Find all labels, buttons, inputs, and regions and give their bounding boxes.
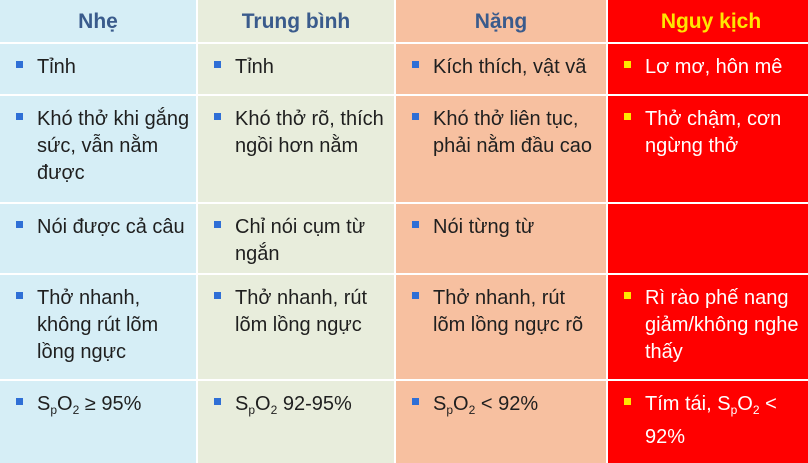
bullet-icon: [16, 292, 23, 299]
spo2-prefix: Tím tái,: [645, 393, 718, 415]
bullet-icon: [412, 61, 419, 68]
spo2-s: S: [717, 393, 731, 415]
cell-text: Khó thở liên tục, phải nằm đầu cao: [433, 108, 593, 157]
header-nang: Nặng: [396, 0, 606, 42]
bullet-icon: [16, 61, 23, 68]
spo2-s: S: [433, 393, 447, 415]
spo2-value: < 92%: [475, 393, 539, 415]
table-cell-spo2: SpO2 92-95%: [198, 381, 394, 463]
cell-text: Thở nhanh, không rút lõm lồng ngực: [37, 287, 159, 363]
bullet-icon: [214, 113, 221, 120]
cell-text: Thở chậm, cơn ngừng thở: [645, 108, 782, 157]
bullet-icon: [16, 398, 23, 405]
spo2-s: S: [235, 393, 249, 415]
cell-text: Nói từng từ: [433, 216, 535, 238]
cell-text: Khó thở rõ, thích ngồi hơn nằm: [235, 108, 384, 157]
cell-text: Lơ mơ, hôn mê: [645, 56, 783, 78]
cell-text: Thở nhanh, rút lõm lồng ngực: [235, 287, 368, 336]
bullet-icon: [214, 61, 221, 68]
cell-text: Chỉ nói cụm từ ngắn: [235, 216, 366, 265]
table-cell: Tỉnh: [198, 44, 394, 94]
cell-text: Tỉnh: [37, 56, 76, 78]
bullet-icon: [16, 221, 23, 228]
bullet-icon: [214, 398, 221, 405]
table-cell: Thở nhanh, không rút lõm lồng ngực: [0, 275, 196, 379]
cell-text: Tỉnh: [235, 56, 274, 78]
bullet-icon: [624, 292, 631, 299]
header-trung-binh: Trung bình: [198, 0, 394, 42]
table-cell: Thở chậm, cơn ngừng thở: [608, 96, 808, 202]
cell-text: Kích thích, vật vã: [433, 56, 587, 78]
bullet-icon: [412, 292, 419, 299]
table-cell: Kích thích, vật vã: [396, 44, 606, 94]
bullet-icon: [214, 292, 221, 299]
header-nguy-kich: Nguy kịch: [608, 0, 808, 42]
severity-table: Nhẹ Trung bình Nặng Nguy kịch Tỉnh Tỉnh …: [0, 0, 808, 463]
table-cell: Rì rào phế nang giảm/không nghe thấy: [608, 275, 808, 379]
spo2-s: S: [37, 393, 51, 415]
spo2-sub-2: 2: [752, 403, 760, 417]
bullet-icon: [624, 61, 631, 68]
table-cell-spo2: Tím tái, SpO2 < 92%: [608, 381, 808, 463]
cell-text: Nói được cả câu: [37, 216, 185, 238]
spo2-o: O: [737, 393, 753, 415]
header-nhe: Nhẹ: [0, 0, 196, 42]
bullet-icon: [214, 221, 221, 228]
bullet-icon: [412, 398, 419, 405]
table-cell: Thở nhanh, rút lõm lồng ngực rõ: [396, 275, 606, 379]
spo2-value: 92-95%: [277, 393, 352, 415]
table-cell: Tỉnh: [0, 44, 196, 94]
table-cell-spo2: SpO2 ≥ 95%: [0, 381, 196, 463]
bullet-icon: [412, 113, 419, 120]
table-cell: Lơ mơ, hôn mê: [608, 44, 808, 94]
spo2-o: O: [453, 393, 469, 415]
bullet-icon: [412, 221, 419, 228]
table-cell: Khó thở rõ, thích ngồi hơn nằm: [198, 96, 394, 202]
table-cell: Chỉ nói cụm từ ngắn: [198, 204, 394, 273]
cell-text: Thở nhanh, rút lõm lồng ngực rõ: [433, 287, 584, 336]
bullet-icon: [624, 398, 631, 405]
table-cell-spo2: SpO2 < 92%: [396, 381, 606, 463]
table-cell: Thở nhanh, rút lõm lồng ngực: [198, 275, 394, 379]
spo2-o: O: [255, 393, 271, 415]
table-cell: Khó thở liên tục, phải nằm đầu cao: [396, 96, 606, 202]
bullet-icon: [624, 113, 631, 120]
table-cell: Khó thở khi gắng sức, vẫn nằm được: [0, 96, 196, 202]
bullet-icon: [16, 113, 23, 120]
cell-text: Rì rào phế nang giảm/không nghe thấy: [645, 287, 799, 363]
table-cell: Nói từng từ: [396, 204, 606, 273]
spo2-o: O: [57, 393, 73, 415]
cell-text: Khó thở khi gắng sức, vẫn nằm được: [37, 108, 190, 184]
table-cell: Nói được cả câu: [0, 204, 196, 273]
table-cell-empty: [608, 204, 808, 273]
spo2-value: ≥ 95%: [79, 393, 142, 415]
